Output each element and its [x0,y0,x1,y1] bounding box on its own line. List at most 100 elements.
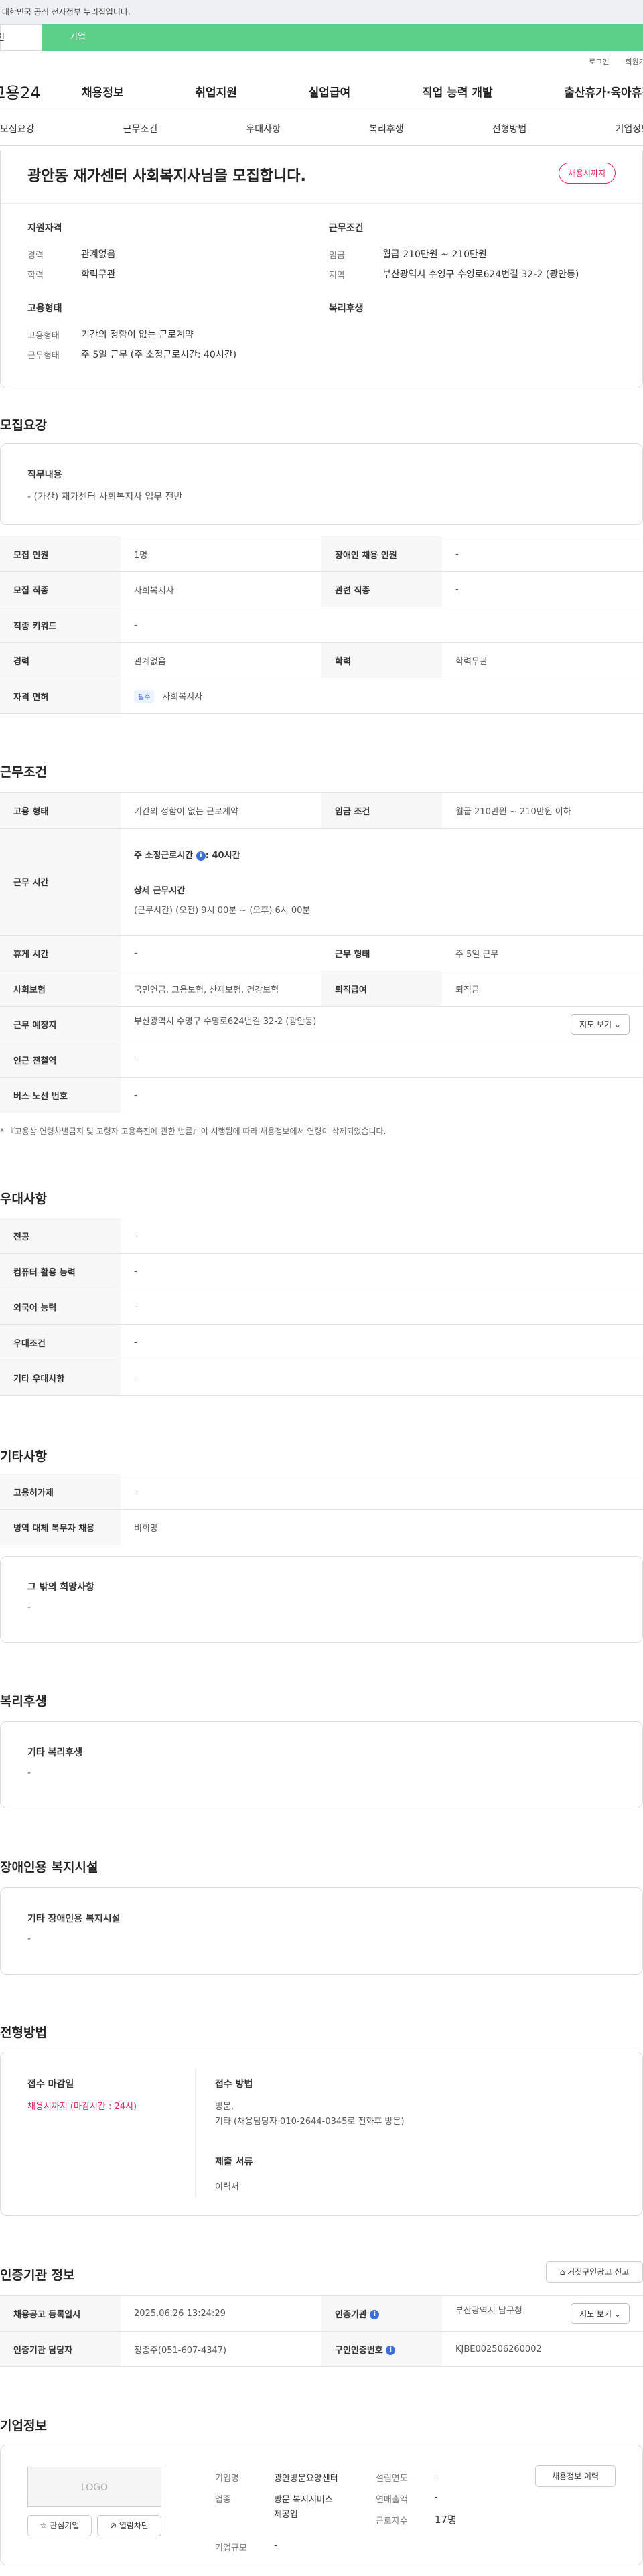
table-cell-label: 인증기관 i [322,2295,442,2332]
company-logo: LOGO [27,2467,161,2507]
table-row: 사회보험 국민연금, 고용보험, 산재보험, 건강보험 퇴직급여 퇴직금 [0,971,643,1007]
table-cell-label: 근무 예정지 [0,1006,121,1042]
table-row: 근무 시간 주 소정근로시간 i: 40시간 상세 근무시간 (근무시간) (오… [0,828,643,936]
duty-box: 직무내용 - (가산) 재가센터 사회복지사 업무 전반 [0,443,643,525]
table-cell-label: 우대조건 [0,1324,121,1360]
login-link[interactable]: 로그인 [589,56,609,67]
company-size-label: 기업규모 [215,2543,247,2553]
join-link[interactable]: 회원가입 [626,56,643,67]
table-cell-label: 임금 조건 [322,792,442,829]
required-tag: 필수 [134,690,155,703]
pref-section-title: 우대사항 [0,1192,47,1206]
duty-value: - (가산) 재가센터 사회복지사 업무 전반 [27,492,183,502]
table-cell-value: 학력무관 [442,642,643,678]
table-row: 기타 우대사항 - [0,1360,643,1396]
region-label: 지역 [329,271,345,281]
table-cell-label: 휴게 시간 [0,935,121,971]
table-cell-value: - [121,1289,643,1325]
anchor-pref[interactable]: 우대사항 [246,122,281,135]
company-name-value: 광안방문요양센터 [274,2474,338,2484]
method-value-1: 방문, [215,2102,234,2112]
qual-title: 지원자격 [27,223,62,234]
table-cell-value: 사회복지사 [121,571,322,607]
block-company-button[interactable]: ⊘ 열람차단 [97,2515,161,2536]
anchor-recruit[interactable]: 모집요강 [0,122,35,135]
table-cell-label: 컴퓨터 활용 능력 [0,1253,121,1289]
chevron-down-icon: ⌄ [614,1019,621,1029]
gnb-parental-leave[interactable]: 출산휴가·육아휴직 [564,83,643,100]
etype-value: 기간의 정함이 없는 근로계약 [81,330,194,340]
anchor-selection[interactable]: 전형방법 [492,122,527,135]
cert-table: 채용공고 등록일시 2025.06.26 13:24:29 인증기관 i 부산광역시 … [0,2295,643,2367]
duty-title: 직무내용 [27,470,62,480]
company-size-value: - [274,2541,277,2551]
tab-individual[interactable]: 개인 [0,24,42,51]
table-cell-value: 필수 사회복지사 [121,678,643,714]
recruit-section-title: 모집요강 [0,418,47,433]
table-cell-label: 모집 직종 [0,571,121,607]
work-section-title: 근무조건 [0,765,47,780]
table-cell-value: - [121,935,322,971]
table-cell-label: 자격 면허 [0,678,121,714]
industry-value: 방문 복지서비스 [274,2495,333,2505]
anchor-company[interactable]: 기업정보 [615,122,643,135]
info-icon[interactable]: i [196,851,206,861]
info-icon[interactable]: i [370,2310,380,2319]
selection-box: 접수 마감일 채용시까지 (마감시간 : 24시) 접수 방법 방문, 기타 (… [0,2052,643,2216]
table-cell-value: 관계없음 [121,642,322,678]
table-cell-value: 부산광역시 수영구 수영로624번길 32-2 (광안동) 지도 보기 ⌄ [121,1006,643,1042]
table-cell-label: 모집 인원 [0,536,121,572]
table-cell-value: - [121,1042,643,1078]
deadline-value: 채용시까지 (마감시간 : 24시) [27,2102,137,2112]
docs-value: 이력서 [215,2182,239,2192]
disabled-value: - [27,1934,31,1944]
hiring-history-button[interactable]: 채용정보 이력 [535,2465,616,2487]
table-cell-label: 전공 [0,1218,121,1254]
founded-value: - [435,2471,438,2481]
sales-value: - [435,2492,438,2502]
report-fake-ad-button[interactable]: ⌂ 거짓구인광고 신고 [546,2261,643,2283]
table-row: 모집 직종 사회복지사 관련 직종 - [0,571,643,607]
gnb-jobs[interactable]: 채용정보 [82,83,124,100]
info-icon[interactable]: i [386,2346,396,2355]
table-cell-value: 기간의 정함이 없는 근로계약 [121,792,322,829]
anchor-work[interactable]: 근무조건 [123,122,158,135]
recruit-table: 모집 인원 1명 장애인 채용 인원 - 모집 직종 사회복지사 관련 직종 - 직종 키워… [0,536,643,714]
exp-label: 경력 [27,251,44,261]
job-title: 광안동 재가센터 사회복지사님을 모집합니다. [27,168,306,185]
table-cell-label: 관련 직종 [322,571,442,607]
disabled-section-title: 장애인용 복지시설 [0,1860,98,1875]
favorite-company-button[interactable]: ☆ 관심기업 [27,2515,92,2536]
deadline-badge: 채용시까지 [558,163,616,184]
table-cell-value: 비희망 [121,1509,643,1545]
table-row: 병역 대체 복무자 채용 비희망 [0,1509,643,1545]
anchor-welfare[interactable]: 복리후생 [369,122,404,135]
table-row: 휴게 시간 - 근무 형태 주 5일 근무 [0,935,643,971]
employees-value: 17명 [435,2514,457,2526]
table-cell-label: 외국어 능력 [0,1289,121,1325]
table-row: 직종 키워드 - [0,607,643,643]
gnb-employment-support[interactable]: 취업지원 [195,83,237,100]
table-cell-value: - [442,536,643,572]
tab-company[interactable]: 기업 [42,24,643,51]
gnb-unemployment[interactable]: 실업급여 [309,83,351,100]
cert-map-button[interactable]: 지도 보기 ⌄ [571,2303,630,2324]
table-cell-value: - [121,607,643,643]
table-cell-value: - [121,1324,643,1360]
chevron-down-icon: ⌄ [614,2309,621,2319]
table-cell-value: 1명 [121,536,322,572]
table-cell-value: - [121,1218,643,1254]
map-view-button[interactable]: 지도 보기 ⌄ [571,1013,630,1035]
table-cell-label: 퇴직급여 [322,971,442,1007]
gnb-training[interactable]: 직업 능력 개발 [422,83,493,100]
site-logo[interactable]: 고용24 [0,80,82,103]
gov-banner: 이 누리집은 대한민국 공식 전자정부 누리집입니다. [0,0,643,24]
table-row: 모집 인원 1명 장애인 채용 인원 - [0,536,643,572]
table-cell-label: 기타 우대사항 [0,1360,121,1396]
job-summary-card: 광안동 재가센터 사회복지사님을 모집합니다. 채용시까지 지원자격 경력 관계… [0,151,643,388]
company-box: LOGO ☆ 관심기업 ⊘ 열람차단 기업명 광안방문요양센터 업종 방문 복지… [0,2445,643,2565]
cond-title: 근무조건 [329,223,364,234]
wtype-label: 근무형태 [27,351,60,361]
age-note: * 『고용상 연령차별금지 및 고령자 고용촉진에 관한 법률』이 시행됨에 따… [0,1127,386,1136]
region-value: 부산광역시 수영구 수영로624번길 32-2 (광안동) [382,269,579,280]
